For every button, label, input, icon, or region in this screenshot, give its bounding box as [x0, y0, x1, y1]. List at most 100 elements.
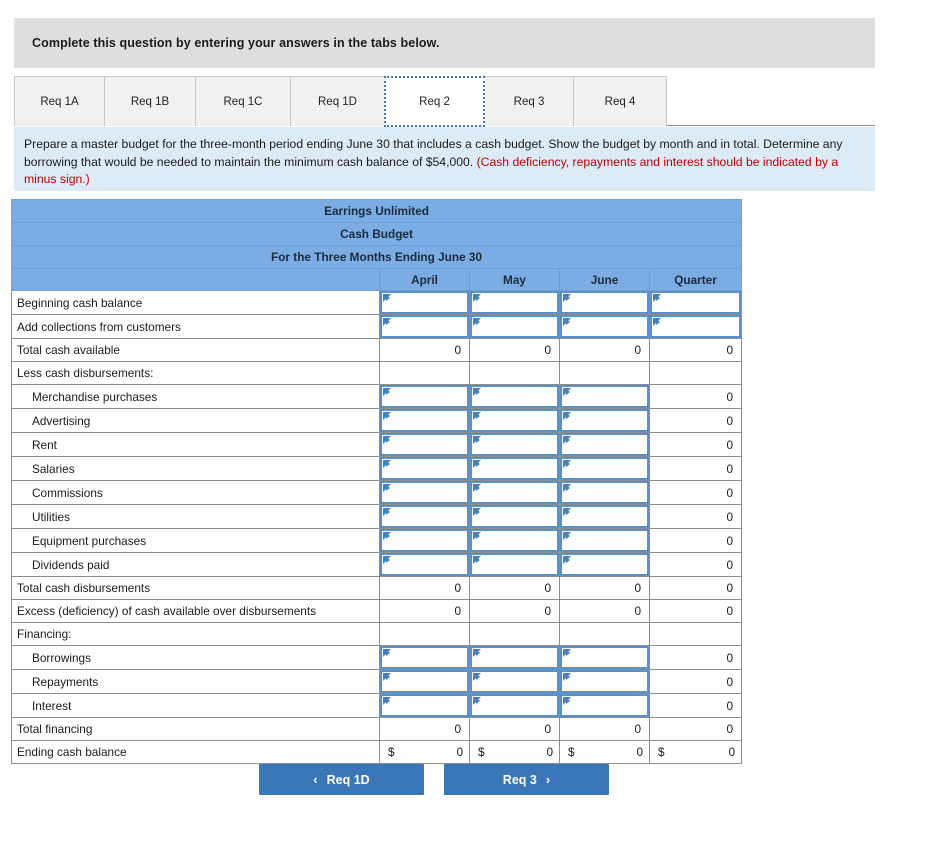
value-input-may[interactable] [470, 433, 559, 456]
tab-req-3[interactable]: Req 3 [484, 76, 574, 126]
cell-input-april[interactable] [379, 290, 470, 315]
value-input-may[interactable] [470, 315, 559, 338]
cell-input-april[interactable] [379, 504, 470, 529]
cell-input-june[interactable] [559, 290, 650, 315]
cell-input-june[interactable] [559, 408, 650, 433]
tab-req-4[interactable]: Req 4 [573, 76, 667, 126]
value-input-june[interactable] [560, 433, 649, 456]
prev-req-button[interactable]: ‹ Req 1D [259, 764, 424, 795]
cell-input-april[interactable] [379, 408, 470, 433]
cell-value: 0 [546, 745, 553, 759]
value-input-quarter[interactable] [650, 315, 742, 338]
cell-input-april[interactable] [379, 645, 470, 670]
cell-input-may[interactable] [469, 432, 560, 457]
value-input-may[interactable] [470, 670, 559, 693]
value-input-june[interactable] [560, 553, 649, 576]
value-input-april[interactable] [380, 694, 469, 717]
cell-input-june[interactable] [559, 645, 650, 670]
cell-input-june[interactable] [559, 456, 650, 481]
cell-input-june[interactable] [559, 552, 650, 577]
cell-input-may[interactable] [469, 314, 560, 339]
value-input-quarter[interactable] [650, 291, 742, 314]
value-input-june[interactable] [560, 457, 649, 480]
value-input-june[interactable] [560, 385, 649, 408]
next-req-button[interactable]: Req 3 › [444, 764, 609, 795]
cell-input-june[interactable] [559, 528, 650, 553]
cell-value-may: 0 [469, 338, 560, 362]
cell-blank-april [379, 622, 470, 646]
value-input-june[interactable] [560, 481, 649, 504]
value-input-may[interactable] [470, 505, 559, 528]
row-label: Rent [11, 432, 380, 457]
cell-input-june[interactable] [559, 693, 650, 718]
cell-input-june[interactable] [559, 480, 650, 505]
cell-input-may[interactable] [469, 504, 560, 529]
value-input-june[interactable] [560, 529, 649, 552]
cell-input-april[interactable] [379, 669, 470, 694]
value-input-april[interactable] [380, 315, 469, 338]
value-input-april[interactable] [380, 553, 469, 576]
cell-input-may[interactable] [469, 693, 560, 718]
cell-input-may[interactable] [469, 480, 560, 505]
cell-input-may[interactable] [469, 290, 560, 315]
cell-input-may[interactable] [469, 552, 560, 577]
value-input-june[interactable] [560, 670, 649, 693]
value-input-may[interactable] [470, 409, 559, 432]
cell-input-april[interactable] [379, 693, 470, 718]
tab-label: Req 2 [419, 95, 450, 108]
tab-req-1b[interactable]: Req 1B [104, 76, 196, 126]
value-input-april[interactable] [380, 385, 469, 408]
cell-input-june[interactable] [559, 432, 650, 457]
value-input-june[interactable] [560, 409, 649, 432]
cell-input-june[interactable] [559, 669, 650, 694]
value-input-may[interactable] [470, 457, 559, 480]
cell-input-april[interactable] [379, 432, 470, 457]
value-input-may[interactable] [470, 553, 559, 576]
value-input-april[interactable] [380, 291, 469, 314]
cell-input-april[interactable] [379, 528, 470, 553]
value-input-june[interactable] [560, 694, 649, 717]
tab-req-1c[interactable]: Req 1C [195, 76, 291, 126]
value-input-april[interactable] [380, 409, 469, 432]
value-input-april[interactable] [380, 646, 469, 669]
value-input-may[interactable] [470, 385, 559, 408]
value-input-april[interactable] [380, 481, 469, 504]
value-input-april[interactable] [380, 529, 469, 552]
cell-input-may[interactable] [469, 384, 560, 409]
value-input-april[interactable] [380, 433, 469, 456]
value-input-may[interactable] [470, 646, 559, 669]
value-input-june[interactable] [560, 291, 649, 314]
value-input-may[interactable] [470, 291, 559, 314]
value-input-june[interactable] [560, 315, 649, 338]
value-input-april[interactable] [380, 505, 469, 528]
cell-input-may[interactable] [469, 669, 560, 694]
tab-req-1d[interactable]: Req 1D [290, 76, 385, 126]
tab-req-2[interactable]: Req 2 [384, 76, 485, 127]
value-input-may[interactable] [470, 529, 559, 552]
cell-input-april[interactable] [379, 384, 470, 409]
cell-input-june[interactable] [559, 384, 650, 409]
chevron-left-icon: ‹ [313, 772, 318, 787]
cell-input-june[interactable] [559, 504, 650, 529]
cash-budget-table: Earrings Unlimited Cash Budget For the Thr… [10, 199, 743, 764]
cell-input-april[interactable] [379, 314, 470, 339]
cell-input-quarter[interactable] [648, 290, 743, 315]
cell-input-may[interactable] [469, 645, 560, 670]
cell-input-may[interactable] [469, 408, 560, 433]
cell-currency-may: $0 [469, 740, 560, 764]
cell-input-april[interactable] [379, 552, 470, 577]
cell-input-june[interactable] [559, 314, 650, 339]
value-input-april[interactable] [380, 457, 469, 480]
cell-input-may[interactable] [469, 456, 560, 481]
value-input-june[interactable] [560, 646, 649, 669]
cell-input-april[interactable] [379, 480, 470, 505]
cell-input-may[interactable] [469, 528, 560, 553]
tab-req-1a[interactable]: Req 1A [14, 76, 105, 126]
cell-blank-may [469, 622, 560, 646]
cell-input-april[interactable] [379, 456, 470, 481]
value-input-june[interactable] [560, 505, 649, 528]
cell-input-quarter[interactable] [648, 314, 743, 339]
value-input-may[interactable] [470, 694, 559, 717]
value-input-may[interactable] [470, 481, 559, 504]
value-input-april[interactable] [380, 670, 469, 693]
